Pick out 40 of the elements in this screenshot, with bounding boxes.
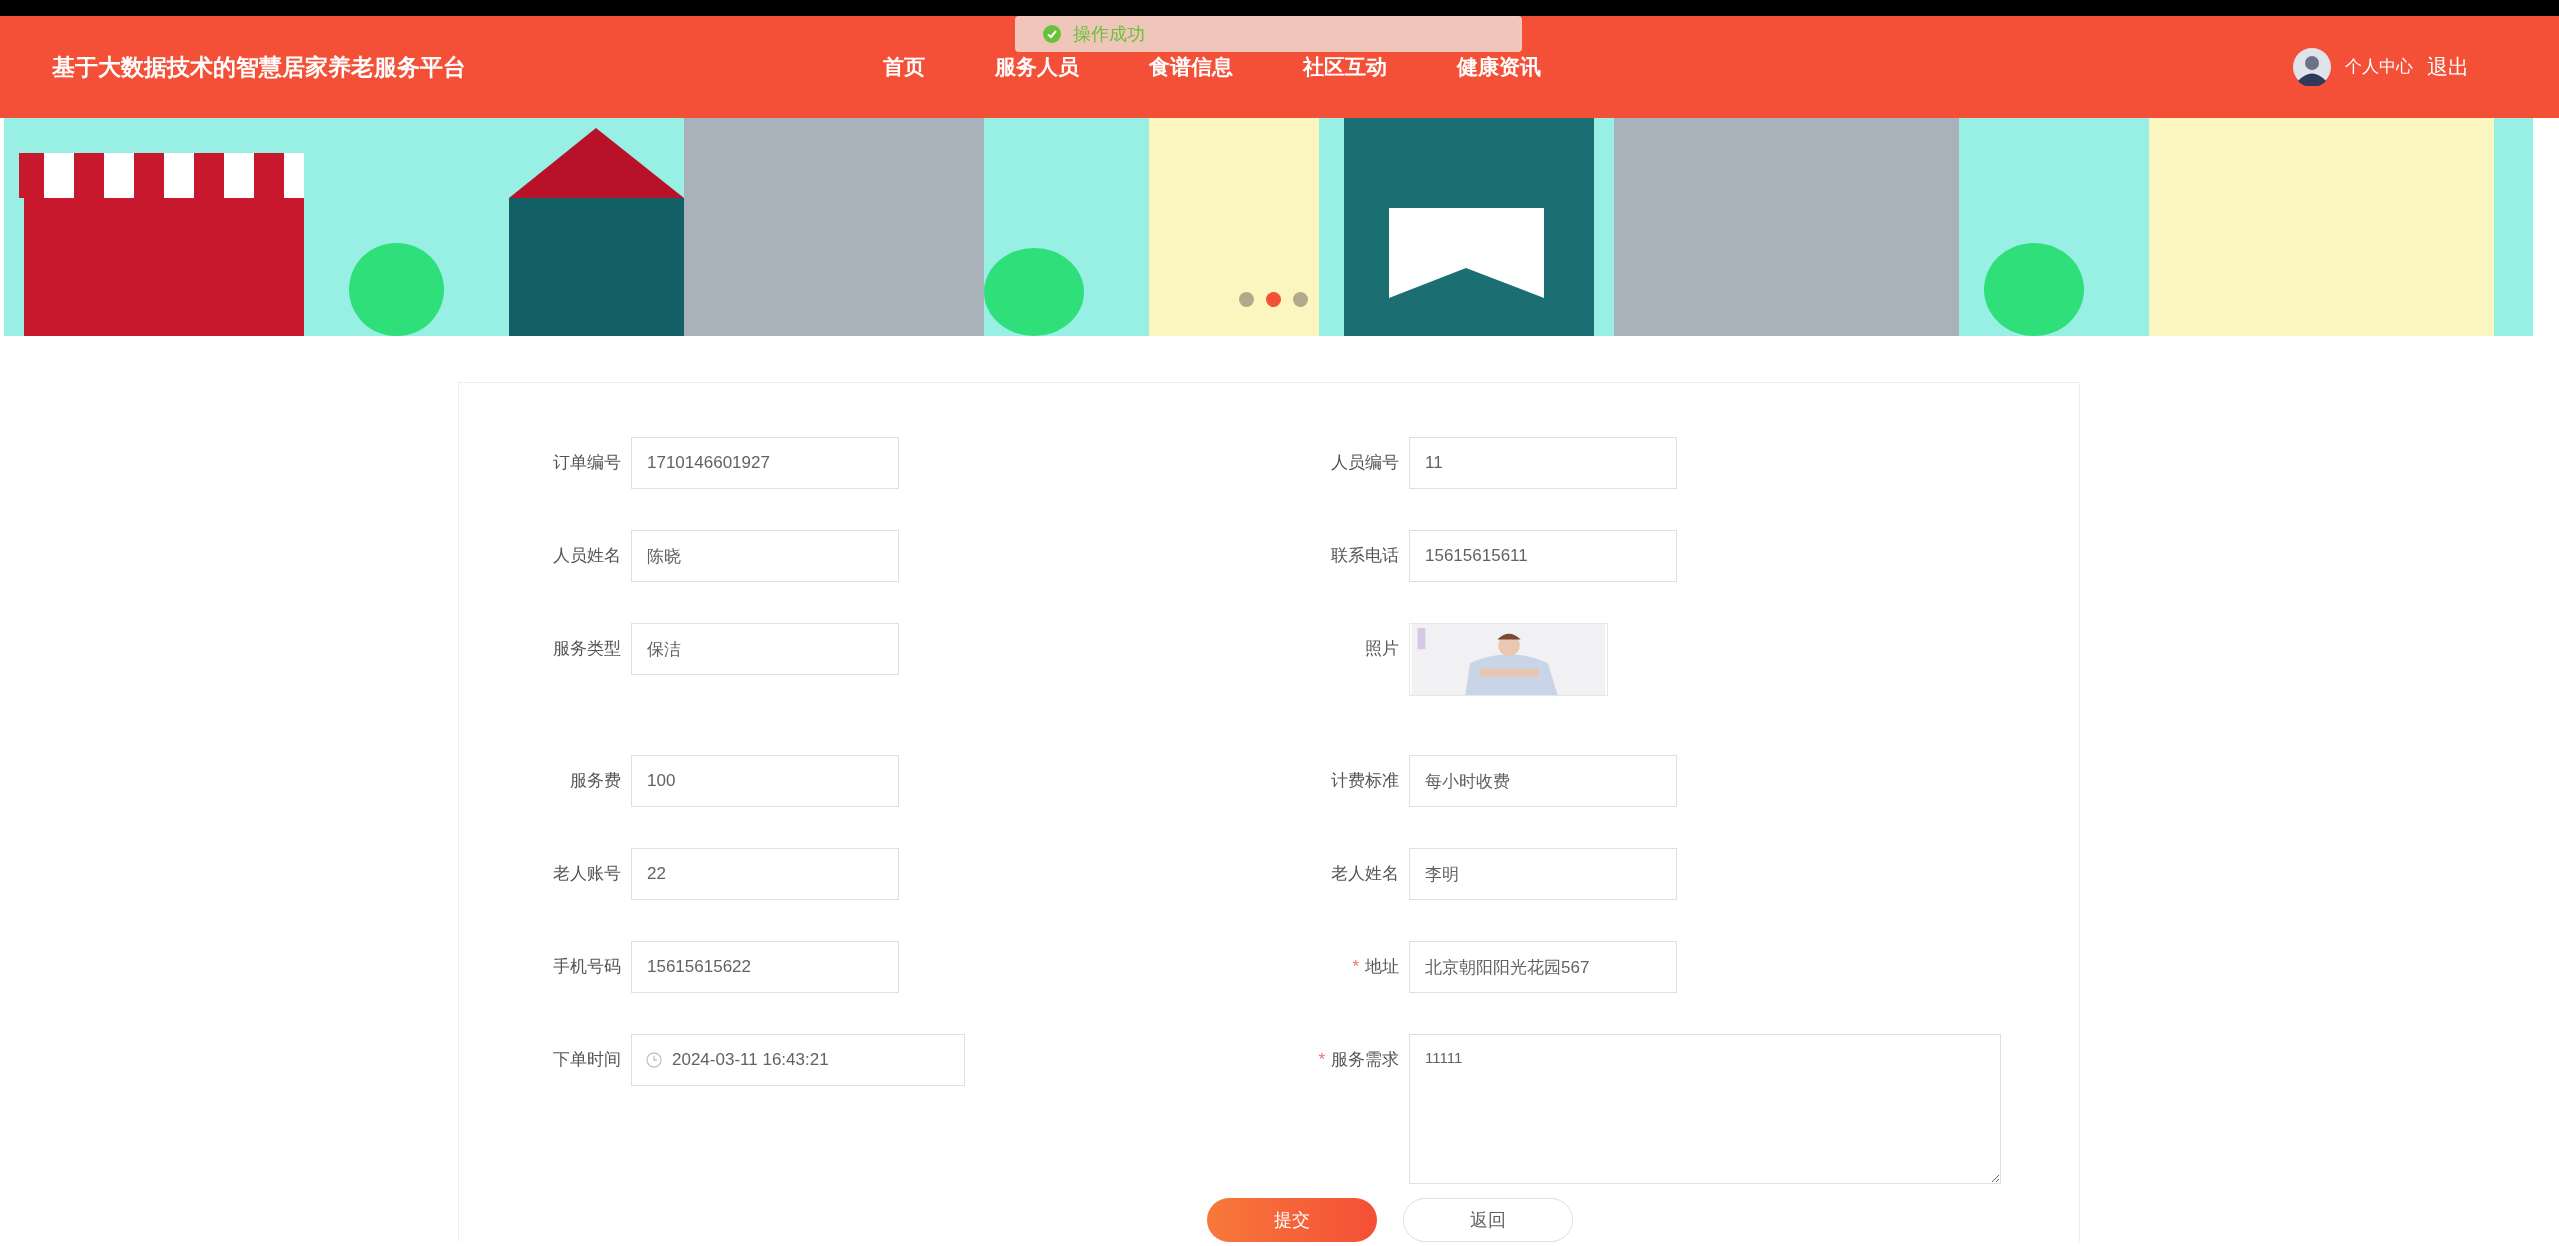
field-label: 服务费 <box>569 770 622 792</box>
input-field[interactable]: 李明 <box>1409 848 1677 900</box>
field-label: 手机号码 <box>552 956 622 978</box>
input-field[interactable]: 11 <box>1409 437 1677 489</box>
avatar-icon[interactable] <box>2293 48 2331 86</box>
nav-link[interactable]: 社区互动 <box>1303 51 1387 83</box>
field-label: 联系电话 <box>1330 545 1400 567</box>
input-field[interactable]: 1710146601927 <box>631 437 899 489</box>
nav-link[interactable]: 服务人员 <box>995 51 1079 83</box>
input-field[interactable]: 15615615611 <box>1409 530 1677 582</box>
back-button[interactable]: 返回 <box>1403 1198 1573 1242</box>
input-field[interactable]: 每小时收费 <box>1409 755 1677 807</box>
input-field[interactable]: 2024-03-11 16:43:21 <box>631 1034 965 1086</box>
field-label: 服务类型 <box>552 638 622 660</box>
input-field[interactable]: 22 <box>631 848 899 900</box>
field-label: * 地址 <box>1351 956 1400 978</box>
field-label: 老人账号 <box>552 863 622 885</box>
field-label: 老人姓名 <box>1330 863 1400 885</box>
field-label: 计费标准 <box>1330 770 1400 792</box>
nav-link[interactable]: 食谱信息 <box>1149 51 1233 83</box>
input-field[interactable]: 北京朝阳阳光花园567 <box>1409 941 1677 993</box>
field-label: 人员姓名 <box>552 545 622 567</box>
input-field[interactable]: 保洁 <box>631 623 899 675</box>
field-label: 人员编号 <box>1330 452 1400 474</box>
input-field[interactable]: 陈晓 <box>631 530 899 582</box>
logout-link[interactable]: 退出 <box>2427 51 2469 83</box>
input-field[interactable]: 15615615622 <box>631 941 899 993</box>
nav-link[interactable]: 首页 <box>883 51 925 83</box>
text-area[interactable]: 11111 <box>1409 1034 2001 1184</box>
field-label: 订单编号 <box>552 452 622 474</box>
field-label: * 服务需求 <box>1317 1049 1400 1071</box>
check-icon <box>1043 25 1061 43</box>
field-label: 照片 <box>1364 638 1400 660</box>
input-field[interactable]: 100 <box>631 755 899 807</box>
nav-link[interactable]: 健康资讯 <box>1457 51 1541 83</box>
site-title: 基于大数据技术的智慧居家养老服务平台 <box>52 52 466 82</box>
toast-text: 操作成功 <box>1073 22 1145 46</box>
field-label: 下单时间 <box>552 1049 622 1071</box>
submit-button[interactable]: 提交 <box>1207 1198 1377 1242</box>
user-center-link[interactable]: 个人中心 <box>2345 54 2413 80</box>
